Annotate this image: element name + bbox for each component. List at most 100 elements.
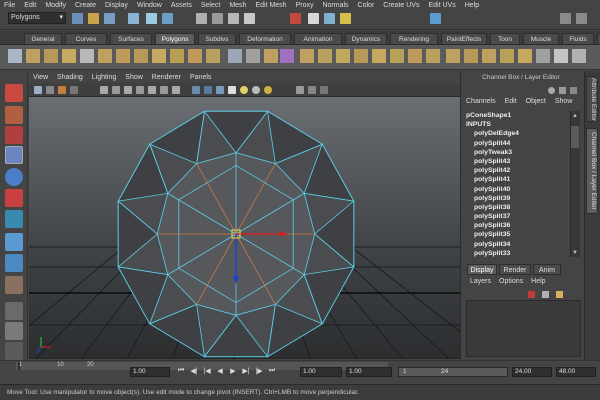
planar-map-icon[interactable] xyxy=(464,49,478,63)
open-scene-icon[interactable] xyxy=(88,13,99,24)
menu-edit-uvs[interactable]: Edit UVs xyxy=(428,2,455,9)
menu-edit[interactable]: Edit xyxy=(24,2,36,9)
step-back-frame-icon[interactable]: ◀| xyxy=(189,367,199,377)
wireframe-icon[interactable] xyxy=(192,86,200,94)
poly-plane-icon[interactable] xyxy=(80,49,94,63)
perspective-viewport[interactable] xyxy=(29,97,460,359)
move-tool-icon[interactable] xyxy=(5,146,23,164)
shelf-tab-surfaces[interactable]: Surfaces xyxy=(110,33,152,44)
snap-view-plane-icon[interactable] xyxy=(244,13,255,24)
bookmark-icon[interactable] xyxy=(58,86,66,94)
go-to-end-icon[interactable]: ⏭ xyxy=(267,367,277,377)
poly-cylinder-icon[interactable] xyxy=(44,49,58,63)
layer-menu-help[interactable]: Help xyxy=(531,278,545,288)
spherical-map-icon[interactable] xyxy=(500,49,514,63)
history-node-item[interactable]: polySplit34 xyxy=(466,240,570,249)
menu-create-uvs[interactable]: Create UVs xyxy=(383,2,419,9)
soft-mod-tool-icon[interactable] xyxy=(5,233,23,251)
xray-icon[interactable] xyxy=(308,86,316,94)
smooth-icon[interactable] xyxy=(300,49,314,63)
history-node-item[interactable]: polySplit38 xyxy=(466,203,570,212)
current-time-field[interactable]: 1.00 xyxy=(130,367,170,377)
paint-select-tool-icon[interactable] xyxy=(5,126,23,144)
history-node-item[interactable]: polySplit40 xyxy=(466,185,570,194)
range-start-field[interactable]: 1.00 xyxy=(300,367,342,377)
shelf-tab-toon[interactable]: Toon xyxy=(490,33,520,44)
panel-menu-lighting[interactable]: Lighting xyxy=(92,74,117,81)
range-end-field[interactable]: 24.00 xyxy=(512,367,552,377)
use-all-lights-icon[interactable] xyxy=(240,86,248,94)
render-frame-icon[interactable] xyxy=(308,13,319,24)
snap-point-icon[interactable] xyxy=(228,13,239,24)
layer-list[interactable] xyxy=(466,300,581,357)
ipr-render-icon[interactable] xyxy=(324,13,335,24)
shape-node-item[interactable]: pConeShape1 xyxy=(466,111,570,120)
channel-menu-channels[interactable]: Channels xyxy=(466,98,496,108)
layer-tab-display[interactable]: Display xyxy=(467,264,497,275)
render-settings-icon[interactable] xyxy=(340,13,351,24)
scale-tool-icon[interactable] xyxy=(5,189,23,207)
go-to-start-icon[interactable]: ⏮ xyxy=(176,367,186,377)
shelf-tab-general[interactable]: General xyxy=(24,33,62,44)
append-polygon-icon[interactable] xyxy=(354,49,368,63)
play-forwards-icon[interactable]: ▶ xyxy=(228,367,238,377)
range-inner-start-field[interactable]: 1.00 xyxy=(346,367,392,377)
toggle-tool-settings-icon[interactable] xyxy=(560,13,571,24)
menu-mesh[interactable]: Mesh xyxy=(229,2,246,9)
history-node-item[interactable]: polySplit41 xyxy=(466,175,570,184)
save-scene-icon[interactable] xyxy=(104,13,115,24)
resolution-gate-icon[interactable] xyxy=(124,86,132,94)
layer-menu-layers[interactable]: Layers xyxy=(470,278,491,288)
menu-select[interactable]: Select xyxy=(201,2,220,9)
history-node-item[interactable]: polySplit33 xyxy=(466,249,570,258)
separate-icon[interactable] xyxy=(246,49,260,63)
panel-menu-view[interactable]: View xyxy=(33,74,48,81)
safe-title-icon[interactable] xyxy=(172,86,180,94)
menu-assets[interactable]: Assets xyxy=(171,2,192,9)
single-perspective-layout-icon[interactable] xyxy=(5,302,23,320)
poly-soccer-ball-icon[interactable] xyxy=(188,49,202,63)
new-empty-layer-icon[interactable] xyxy=(542,291,549,298)
sculpt-icon[interactable] xyxy=(426,49,440,63)
history-node-item[interactable]: polySplit42 xyxy=(466,166,570,175)
safe-action-icon[interactable] xyxy=(160,86,168,94)
extract-icon[interactable] xyxy=(264,49,278,63)
history-node-item[interactable]: polySplit35 xyxy=(466,230,570,239)
menu-edit-mesh[interactable]: Edit Mesh xyxy=(255,2,286,9)
shelf-tab-rendering[interactable]: Rendering xyxy=(390,33,438,44)
poly-helix-icon[interactable] xyxy=(170,49,184,63)
poly-cone-icon[interactable] xyxy=(62,49,76,63)
snap-curve-icon[interactable] xyxy=(212,13,223,24)
camera-attributes-icon[interactable] xyxy=(46,86,54,94)
side-tab-channel-box-layer-editor[interactable]: Channel Box / Layer Editor xyxy=(586,128,598,214)
history-node-item[interactable]: polySplit43 xyxy=(466,157,570,166)
smooth-shade-icon[interactable] xyxy=(204,86,212,94)
toggle-channel-box-icon[interactable] xyxy=(576,13,587,24)
xray-joints-icon[interactable] xyxy=(320,86,328,94)
menu-modify[interactable]: Modify xyxy=(45,2,66,9)
select-tool-icon[interactable] xyxy=(5,84,23,102)
shadows-icon[interactable] xyxy=(252,86,260,94)
poly-torus-icon[interactable] xyxy=(98,49,112,63)
shelf-tab-curves[interactable]: Curves xyxy=(65,33,107,44)
select-hierarchy-icon[interactable] xyxy=(128,13,139,24)
split-polygon-icon[interactable] xyxy=(372,49,386,63)
history-icon[interactable] xyxy=(290,13,301,24)
step-forward-frame-icon[interactable]: |▶ xyxy=(254,367,264,377)
checker-icon[interactable] xyxy=(554,49,568,63)
textured-icon[interactable] xyxy=(228,86,236,94)
menu-create[interactable]: Create xyxy=(75,2,96,9)
range-handle-start[interactable]: 1 xyxy=(403,368,407,376)
poly-platonic-icon[interactable] xyxy=(206,49,220,63)
tool-settings-icon[interactable] xyxy=(570,87,577,94)
gate-mask-icon[interactable] xyxy=(136,86,144,94)
panel-menu-shading[interactable]: Shading xyxy=(57,74,83,81)
poly-pyramid-icon[interactable] xyxy=(134,49,148,63)
shelf-tab-animation[interactable]: Animation xyxy=(294,33,342,44)
scroll-up-icon[interactable]: ▲ xyxy=(572,113,578,119)
shelf-tab-fluids[interactable]: Fluids xyxy=(562,33,594,44)
new-layer-selected-icon[interactable] xyxy=(556,291,563,298)
channel-box-scroll-thumb[interactable] xyxy=(571,126,579,148)
shelf-tab-painteffects[interactable]: PaintEffects xyxy=(441,33,487,44)
side-tab-attribute-editor[interactable]: Attribute Editor xyxy=(586,76,598,122)
